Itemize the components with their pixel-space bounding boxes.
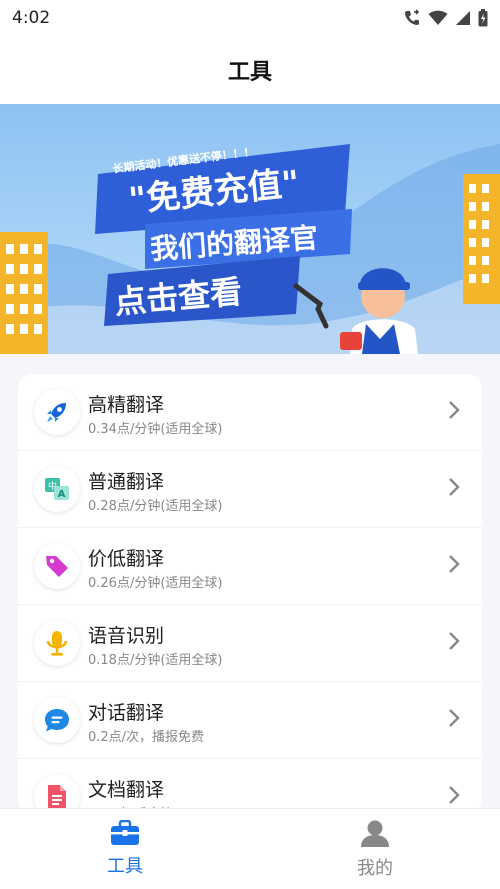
- tool-price: 0.26点/分钟(适用全球): [88, 576, 223, 591]
- tab-label: 我的: [357, 858, 393, 879]
- tab-mine[interactable]: 我的: [250, 809, 500, 889]
- title-bar: 工具: [0, 36, 500, 104]
- chevron-right-icon: [449, 632, 460, 650]
- chevron-right-icon: [449, 478, 460, 496]
- rocket-icon: [34, 389, 80, 435]
- tool-title: 高精翻译: [88, 394, 165, 416]
- chevron-right-icon: [449, 401, 460, 419]
- tab-tools[interactable]: 工具: [0, 809, 250, 889]
- call-forward-icon: [405, 9, 420, 25]
- tool-title: 价低翻译: [88, 548, 165, 570]
- tool-price: 0.34点/分钟(适用全球): [88, 422, 223, 437]
- status-icons: [403, 9, 488, 27]
- price-tag-icon: [34, 543, 80, 589]
- page-title: 工具: [227, 60, 272, 85]
- tab-label: 工具: [107, 856, 143, 877]
- tool-title: 对话翻译: [88, 702, 165, 724]
- chat-bubble-icon: [34, 697, 80, 743]
- tool-item-standard-translation[interactable]: 中 A 普通翻译 0.28点/分钟(适用全球): [18, 451, 482, 528]
- tool-list: 高精翻译 0.34点/分钟(适用全球) 中 A 普通翻译 0.28点/分钟(适用…: [18, 374, 482, 814]
- tool-price: 0.18点/分钟(适用全球): [88, 653, 223, 668]
- tool-price: 0.2点/次，播报免费: [88, 730, 205, 745]
- svg-text:A: A: [58, 489, 66, 500]
- user-icon: [361, 820, 389, 847]
- tool-item-dialogue-translation[interactable]: 对话翻译 0.2点/次，播报免费: [18, 682, 482, 759]
- chevron-right-icon: [449, 786, 460, 804]
- status-bar: 4:02: [0, 0, 500, 36]
- tool-item-speech-recognition[interactable]: 语音识别 0.18点/分钟(适用全球): [18, 605, 482, 682]
- tool-item-high-precision-translation[interactable]: 高精翻译 0.34点/分钟(适用全球): [18, 374, 482, 451]
- chevron-right-icon: [449, 555, 460, 573]
- tool-price: 0.28点/分钟(适用全球): [88, 499, 223, 514]
- tool-title: 文档翻译: [88, 779, 165, 801]
- status-time: 4:02: [12, 8, 51, 28]
- toolbox-icon: [111, 820, 139, 845]
- wifi-icon: [428, 10, 448, 25]
- tool-item-low-price-translation[interactable]: 价低翻译 0.26点/分钟(适用全球): [18, 528, 482, 605]
- chevron-right-icon: [449, 709, 460, 727]
- tool-title: 语音识别: [88, 625, 165, 647]
- signal-icon: [456, 11, 470, 25]
- microphone-icon: [34, 620, 80, 666]
- bottom-tab-bar: 工具 我的: [0, 808, 500, 889]
- tool-item-document-translation[interactable]: 文档翻译 0.03点/千字符: [18, 759, 482, 814]
- translate-icon: 中 A: [34, 466, 80, 512]
- promo-banner[interactable]: 长期活动！优惠送不停！！！ "免费充值" 我们的翻译官 点击查看: [0, 104, 500, 354]
- tool-title: 普通翻译: [88, 471, 165, 493]
- battery-icon: [478, 9, 488, 27]
